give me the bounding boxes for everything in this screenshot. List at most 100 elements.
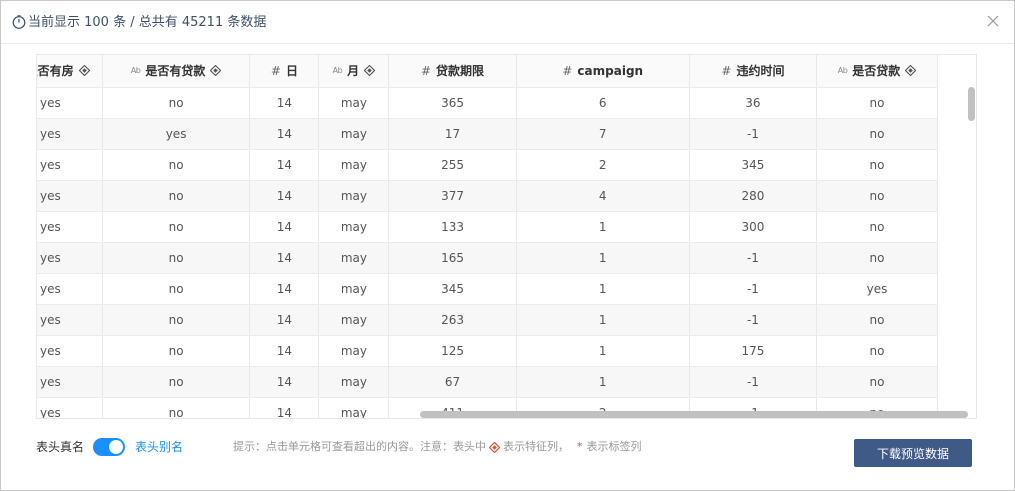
feature-column-icon xyxy=(489,441,500,453)
table-cell[interactable]: 7 xyxy=(516,118,690,150)
table-cell[interactable]: 14 xyxy=(249,149,320,181)
table-cell[interactable]: may xyxy=(318,87,390,119)
table-cell[interactable]: 1 xyxy=(516,366,690,398)
table-cell[interactable]: 1 xyxy=(516,304,690,336)
table-cell[interactable]: yes xyxy=(37,149,103,181)
numeric-type-icon: # xyxy=(420,63,432,78)
table-cell[interactable]: 1 xyxy=(516,211,690,243)
table-cell[interactable]: 14 xyxy=(249,304,320,336)
table-cell[interactable]: 36 xyxy=(689,87,818,119)
table-cell[interactable]: may xyxy=(318,366,390,398)
table-cell[interactable]: 1 xyxy=(516,242,690,274)
table-cell[interactable]: 1 xyxy=(516,335,690,367)
table-cell[interactable]: yes xyxy=(37,118,103,150)
table-cell[interactable]: 14 xyxy=(249,180,320,212)
column-header[interactable]: Ab 是否贷款 xyxy=(816,55,938,88)
table-cell[interactable]: no xyxy=(102,211,251,243)
table-cell[interactable]: no xyxy=(816,366,938,398)
table-cell[interactable]: no xyxy=(816,211,938,243)
table-cell[interactable]: 377 xyxy=(388,180,517,212)
download-preview-button[interactable]: 下载预览数据 xyxy=(854,439,972,467)
table-cell[interactable]: no xyxy=(102,335,251,367)
table-cell[interactable]: 365 xyxy=(388,87,517,119)
table-cell[interactable]: 1 xyxy=(516,273,690,305)
data-table-viewport[interactable]: Ab是否有房Ab是否有贷款#日Ab月#贷款期限#campaign#违约时间Ab是… xyxy=(36,54,977,419)
table-cell[interactable]: 255 xyxy=(388,149,517,181)
feature-column-icon xyxy=(78,65,90,77)
table-cell[interactable]: 300 xyxy=(689,211,818,243)
table-cell[interactable]: may xyxy=(318,180,390,212)
table-cell[interactable]: may xyxy=(318,149,390,181)
table-cell[interactable]: no xyxy=(102,304,251,336)
table-cell[interactable]: 345 xyxy=(689,149,818,181)
column-header[interactable]: # campaign xyxy=(516,55,690,88)
timer-icon xyxy=(12,15,26,29)
table-cell[interactable]: 4 xyxy=(516,180,690,212)
table-cell[interactable]: may xyxy=(318,118,390,150)
table-cell[interactable]: -1 xyxy=(689,366,818,398)
table-cell[interactable]: yes xyxy=(37,273,103,305)
table-cell[interactable]: no xyxy=(816,242,938,274)
table-cell[interactable]: 133 xyxy=(388,211,517,243)
column-header[interactable]: Ab 是否有贷款 xyxy=(102,55,251,88)
close-icon[interactable] xyxy=(986,14,1000,28)
table-cell[interactable]: 14 xyxy=(249,242,320,274)
table-cell[interactable]: 2 xyxy=(516,149,690,181)
table-cell[interactable]: no xyxy=(816,87,938,119)
table-cell[interactable]: yes xyxy=(37,180,103,212)
table-cell[interactable]: -1 xyxy=(689,273,818,305)
table-cell[interactable]: 14 xyxy=(249,273,320,305)
horizontal-scrollbar[interactable] xyxy=(420,411,968,418)
table-cell[interactable]: no xyxy=(816,180,938,212)
table-cell[interactable]: no xyxy=(102,366,251,398)
vertical-scrollbar[interactable] xyxy=(968,87,975,121)
table-cell[interactable]: 67 xyxy=(388,366,517,398)
table-cell[interactable]: 125 xyxy=(388,335,517,367)
text-type-icon: Ab xyxy=(332,66,343,76)
table-cell[interactable]: 14 xyxy=(249,118,320,150)
table-cell[interactable]: -1 xyxy=(689,242,818,274)
table-cell[interactable]: no xyxy=(816,118,938,150)
table-cell[interactable]: 14 xyxy=(249,87,320,119)
table-cell[interactable]: 17 xyxy=(388,118,517,150)
table-cell[interactable]: yes xyxy=(37,87,103,119)
table-cell[interactable]: may xyxy=(318,304,390,336)
table-cell[interactable]: 14 xyxy=(249,211,320,243)
table-cell[interactable]: may xyxy=(318,273,390,305)
table-cell[interactable]: 175 xyxy=(689,335,818,367)
table-cell[interactable]: yes xyxy=(37,366,103,398)
table-cell[interactable]: yes xyxy=(816,273,938,305)
table-cell[interactable]: yes xyxy=(37,242,103,274)
table-cell[interactable]: 263 xyxy=(388,304,517,336)
table-cell[interactable]: 345 xyxy=(388,273,517,305)
table-cell[interactable]: no xyxy=(102,273,251,305)
column-header[interactable]: # 违约时间 xyxy=(689,55,818,88)
table-cell[interactable]: 14 xyxy=(249,335,320,367)
table-cell[interactable]: yes xyxy=(102,118,251,150)
table-cell[interactable]: no xyxy=(102,180,251,212)
table-cell[interactable]: no xyxy=(102,149,251,181)
table-cell[interactable]: no xyxy=(816,335,938,367)
table-cell[interactable]: no xyxy=(816,149,938,181)
table-cell[interactable]: may xyxy=(318,335,390,367)
table-cell[interactable]: yes xyxy=(37,304,103,336)
column-header[interactable]: Ab 月 xyxy=(318,55,390,88)
table-cell[interactable]: no xyxy=(816,304,938,336)
table-cell[interactable]: no xyxy=(102,87,251,119)
header-name-toggle[interactable] xyxy=(93,438,125,456)
table-cell[interactable]: may xyxy=(318,211,390,243)
column-header[interactable]: # 日 xyxy=(249,55,320,88)
column-header[interactable]: Ab是否有房 xyxy=(37,55,103,88)
table-cell[interactable]: 14 xyxy=(249,366,320,398)
table-cell[interactable]: 165 xyxy=(388,242,517,274)
table-cell[interactable]: yes xyxy=(37,335,103,367)
table-cell[interactable]: may xyxy=(318,242,390,274)
table-cell[interactable]: 280 xyxy=(689,180,818,212)
alias-label: 表头别名 xyxy=(135,440,184,454)
table-cell[interactable]: -1 xyxy=(689,118,818,150)
column-header[interactable]: # 贷款期限 xyxy=(388,55,517,88)
table-cell[interactable]: 6 xyxy=(516,87,690,119)
table-cell[interactable]: -1 xyxy=(689,304,818,336)
table-cell[interactable]: no xyxy=(102,242,251,274)
table-cell[interactable]: yes xyxy=(37,211,103,243)
